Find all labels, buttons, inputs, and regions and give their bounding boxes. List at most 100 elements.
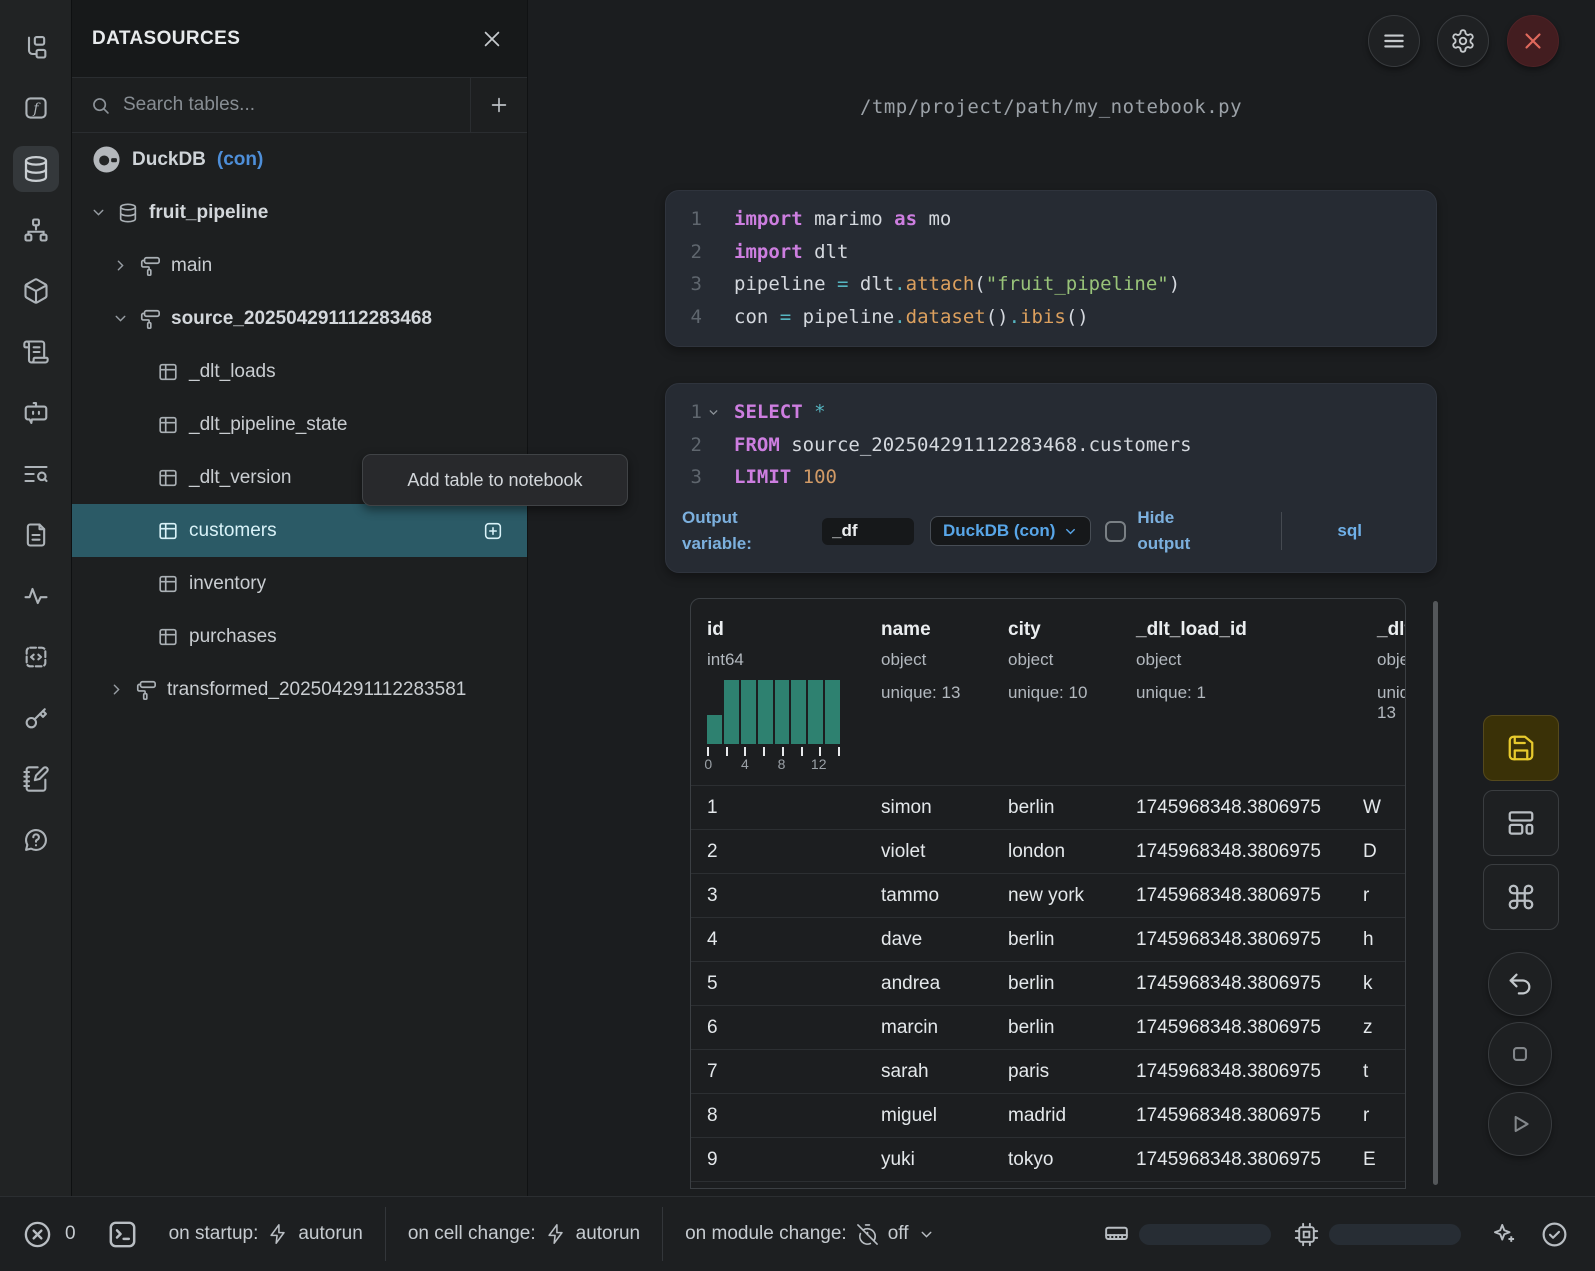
add-datasource-button[interactable] xyxy=(470,78,527,132)
database-icon[interactable] xyxy=(13,146,59,192)
tree-item-dlt-loads[interactable]: _dlt_loads xyxy=(72,345,527,398)
file-text-icon[interactable] xyxy=(13,512,59,558)
vertical-scrollbar[interactable] xyxy=(1433,601,1438,1185)
table-cell: t xyxy=(1357,1061,1406,1083)
zap-icon xyxy=(267,1223,289,1245)
close-app-button[interactable] xyxy=(1507,15,1559,67)
chevron-right-icon[interactable] xyxy=(110,257,130,274)
tree-item-label: customers xyxy=(189,520,277,542)
chevron-down-icon[interactable] xyxy=(110,310,130,327)
svg-text:f: f xyxy=(32,101,41,117)
command-palette-button[interactable] xyxy=(1483,864,1559,930)
undo-button[interactable] xyxy=(1488,952,1552,1016)
table-icon xyxy=(156,520,180,542)
tree-item-customers[interactable]: customers xyxy=(72,504,527,557)
menu-button[interactable] xyxy=(1368,15,1420,67)
tree-item-source-schema[interactable]: source_202504291112283468 xyxy=(72,292,527,345)
panel-title: DATASOURCES xyxy=(92,28,240,50)
tree-item-main[interactable]: main xyxy=(72,239,527,292)
database-icon xyxy=(116,202,140,224)
search-input[interactable] xyxy=(123,94,470,116)
table-cell: 6 xyxy=(691,1017,865,1039)
table-cell: tammo xyxy=(865,885,992,907)
layout-button[interactable] xyxy=(1483,790,1559,856)
sparkles-icon[interactable] xyxy=(1491,1221,1518,1248)
id-histogram: 04812 xyxy=(707,680,840,774)
sql-editor[interactable]: 1SELECT *2FROM source_202504291112283468… xyxy=(666,384,1436,494)
on-cell-change-mode[interactable]: on cell change: autorun xyxy=(408,1223,640,1245)
duckdb-logo-icon xyxy=(92,145,121,174)
tree-item-label: inventory xyxy=(189,573,266,595)
tree-item-fruit-pipeline[interactable]: fruit_pipeline xyxy=(72,186,527,239)
code-editor[interactable]: 1import marimo as mo2import dlt3pipeline… xyxy=(666,191,1436,333)
connection-name: DuckDB xyxy=(132,149,206,171)
output-variable-input[interactable] xyxy=(822,518,914,545)
chevron-down-icon xyxy=(918,1226,935,1243)
table-cell: 1745968348.3806975 xyxy=(1120,841,1357,863)
text-search-icon[interactable] xyxy=(13,451,59,497)
key-icon[interactable] xyxy=(13,695,59,741)
chat-bot-icon[interactable] xyxy=(13,390,59,436)
hide-output-checkbox[interactable] xyxy=(1105,521,1126,542)
mode-label: on module change: xyxy=(685,1223,847,1245)
mode-value: autorun xyxy=(576,1223,640,1245)
stop-button[interactable] xyxy=(1488,1022,1552,1086)
table-cell: simon xyxy=(865,797,992,819)
tree-item-dlt-pipeline-state[interactable]: _dlt_pipeline_state xyxy=(72,398,527,451)
fold-chevron-icon[interactable] xyxy=(702,396,724,429)
datasources-panel: DATASOURCES DuckDB (con) fruit_pipeline … xyxy=(72,0,528,1196)
errors-icon[interactable] xyxy=(22,1219,53,1250)
notebook-pen-icon[interactable] xyxy=(13,756,59,802)
settings-button[interactable] xyxy=(1437,15,1489,67)
tree-item-transformed-schema[interactable]: transformed_202504291112283581 xyxy=(72,663,527,716)
chevron-down-icon[interactable] xyxy=(88,204,108,221)
query-result-table: idint6404812nameobjectunique: 13cityobje… xyxy=(690,598,1406,1189)
table-cell: r xyxy=(1357,885,1406,907)
schema-icon xyxy=(138,308,162,330)
table-cell: h xyxy=(1357,929,1406,951)
help-icon[interactable] xyxy=(13,817,59,863)
terminal-icon[interactable] xyxy=(106,1218,139,1251)
table-icon xyxy=(156,414,180,436)
code-line: 3pipeline = dlt.attach("fruit_pipeline") xyxy=(666,268,1436,301)
table-cell: marcin xyxy=(865,1017,992,1039)
add-table-icon[interactable] xyxy=(482,520,504,542)
engine-dropdown-value: DuckDB (con) xyxy=(943,521,1055,541)
histogram-bar xyxy=(825,680,840,744)
cpu-icon xyxy=(1293,1221,1320,1248)
tree-item-inventory[interactable]: inventory xyxy=(72,557,527,610)
box-icon[interactable] xyxy=(13,268,59,314)
code-line: 3LIMIT 100 xyxy=(666,461,1436,494)
network-icon[interactable] xyxy=(13,207,59,253)
close-panel-icon[interactable] xyxy=(481,28,503,50)
cpu-meter xyxy=(1329,1224,1461,1245)
file-tree-icon[interactable] xyxy=(13,24,59,70)
scroll-icon[interactable] xyxy=(13,329,59,375)
table-cell: 1745968348.3806975 xyxy=(1120,1149,1357,1171)
on-startup-mode[interactable]: on startup: autorun xyxy=(169,1223,363,1245)
table-cell: z xyxy=(1357,1017,1406,1039)
on-module-change-mode[interactable]: on module change: off xyxy=(685,1223,934,1246)
code-square-icon[interactable] xyxy=(13,634,59,680)
table-cell: 1745968348.3806975 xyxy=(1120,973,1357,995)
table-cell: 3 xyxy=(691,885,865,907)
engine-dropdown[interactable]: DuckDB (con) xyxy=(930,516,1091,546)
histogram-bar xyxy=(741,680,756,744)
table-cell: berlin xyxy=(992,1017,1120,1039)
code-cell-imports[interactable]: 1import marimo as mo2import dlt3pipeline… xyxy=(665,190,1437,347)
save-button[interactable] xyxy=(1483,715,1559,781)
sql-cell[interactable]: 1SELECT *2FROM source_202504291112283468… xyxy=(665,383,1437,573)
table-cell: berlin xyxy=(992,797,1120,819)
function-icon[interactable]: f xyxy=(13,85,59,131)
chevron-right-icon[interactable] xyxy=(106,681,126,698)
table-cell: 5 xyxy=(691,973,865,995)
table-cell: london xyxy=(992,841,1120,863)
tree-item-purchases[interactable]: purchases xyxy=(72,610,527,663)
connection-duckdb[interactable]: DuckDB (con) xyxy=(72,133,527,186)
divider xyxy=(385,1207,386,1261)
tree-item-label: main xyxy=(171,255,212,277)
histogram-bar xyxy=(724,680,739,744)
run-button[interactable] xyxy=(1488,1092,1552,1156)
histogram-bar xyxy=(775,680,790,744)
activity-icon[interactable] xyxy=(13,573,59,619)
